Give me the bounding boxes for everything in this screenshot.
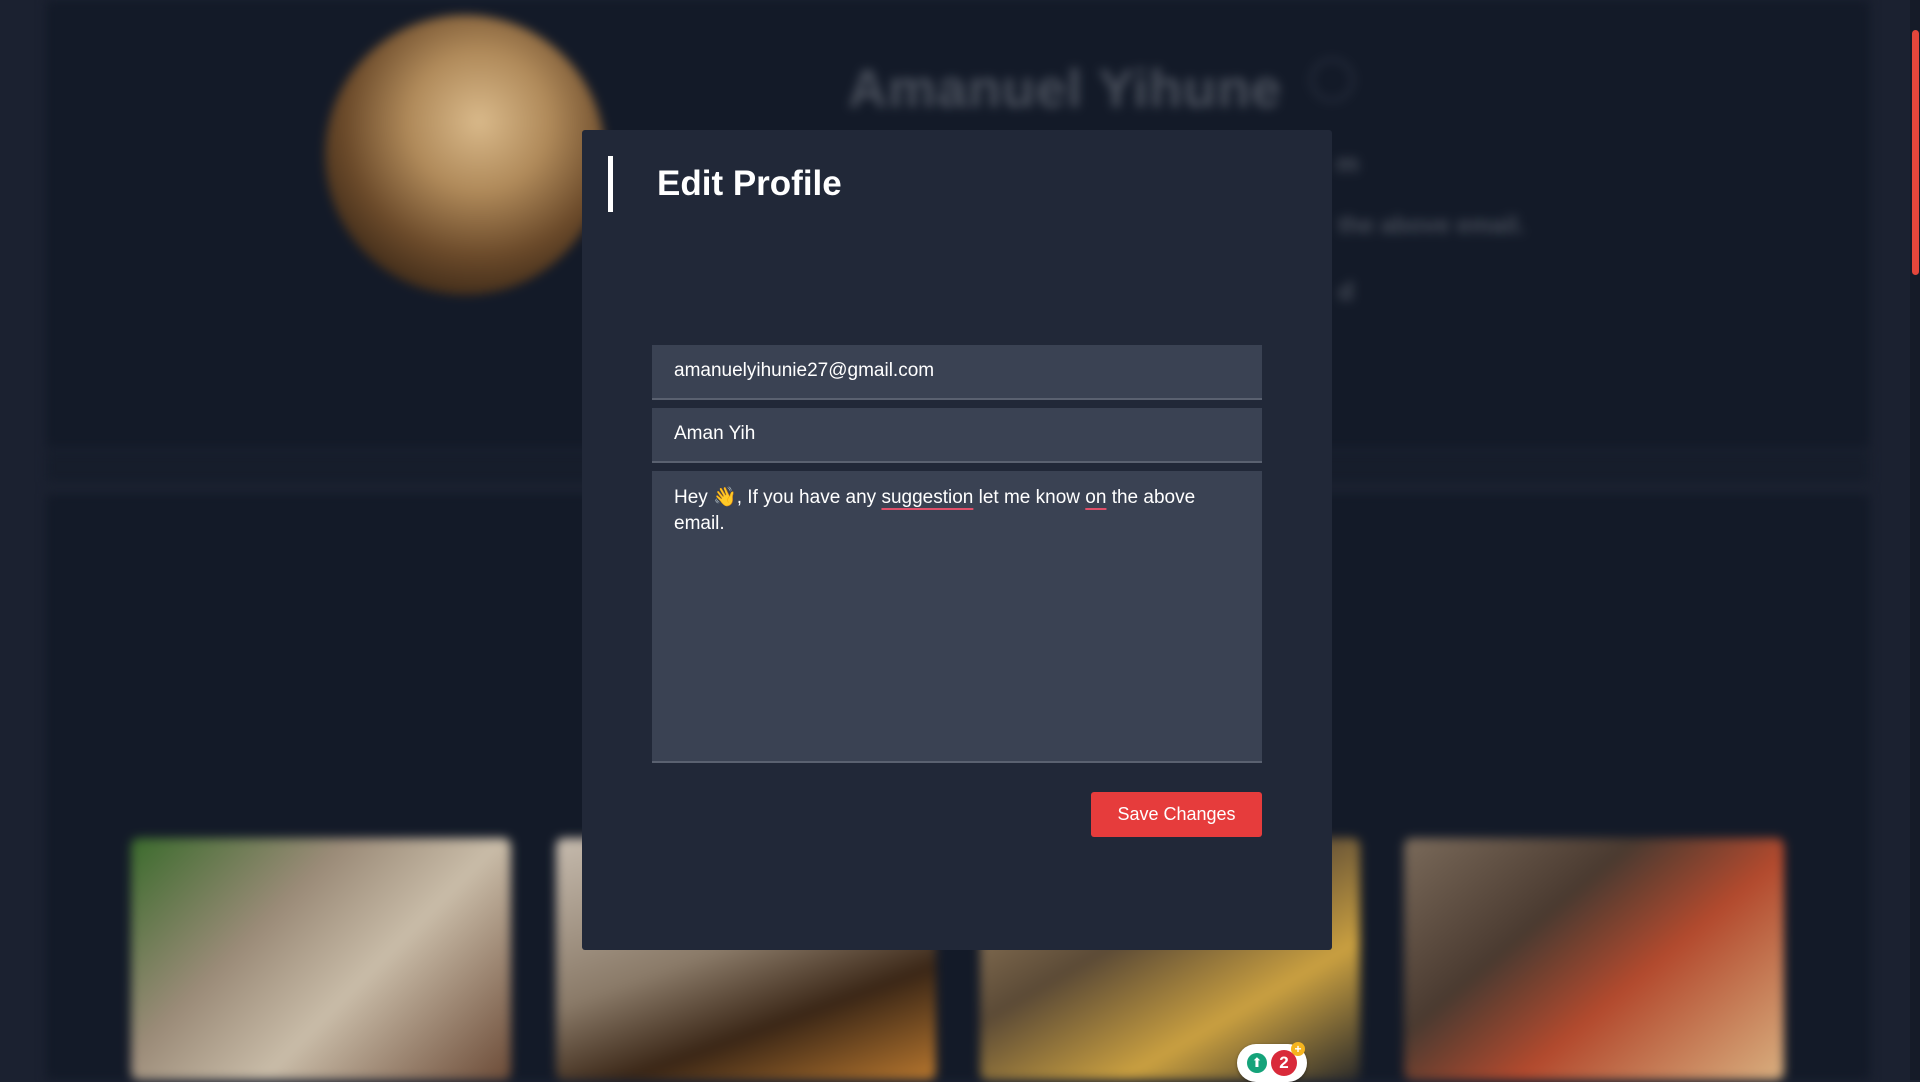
waving-hand-icon: 👋 — [713, 487, 737, 508]
grammar-flagged-word[interactable]: suggestion — [881, 487, 973, 508]
avatar — [325, 15, 605, 295]
name-value: Aman Yih — [674, 423, 756, 444]
bio-text-1: Hey — [674, 487, 714, 508]
gear-icon — [1310, 58, 1354, 102]
title-accent-bar — [608, 156, 613, 212]
bio-textarea[interactable]: Hey 👋, If you have any suggestion let me… — [652, 471, 1307, 1082]
post-thumbnail — [1404, 838, 1784, 1080]
bio-text-2: , If you have any — [736, 487, 882, 508]
lightbulb-icon: ⬆ — [1247, 1053, 1267, 1073]
post-thumbnail — [131, 838, 511, 1080]
grammar-flagged-word[interactable]: on — [1085, 487, 1106, 508]
email-field[interactable]: amanuelyihunie27@gmail.com — [652, 345, 1262, 400]
scrollbar[interactable] — [1910, 0, 1920, 1080]
scrollbar-thumb[interactable] — [1912, 30, 1919, 275]
profile-meta-line-2: d — [1338, 276, 1354, 306]
plus-icon: + — [1291, 1042, 1305, 1056]
modal-title: Edit Profile — [657, 164, 842, 203]
name-field[interactable]: Aman Yih — [652, 408, 1262, 463]
bio-text-3: let me know — [973, 487, 1086, 508]
profile-name: Amanuel Yihune — [848, 59, 1283, 119]
profile-bio-line: the above email. — [1338, 212, 1525, 239]
profile-meta-line: m — [1336, 148, 1360, 178]
save-button[interactable]: Save Changes — [1091, 792, 1262, 837]
grammar-checker-widget[interactable]: ⬆ 2 + — [1237, 1042, 1307, 1082]
edit-profile-modal: Edit Profile amanuelyihunie27@gmail.com … — [582, 130, 1332, 1082]
email-value: amanuelyihunie27@gmail.com — [674, 360, 935, 381]
